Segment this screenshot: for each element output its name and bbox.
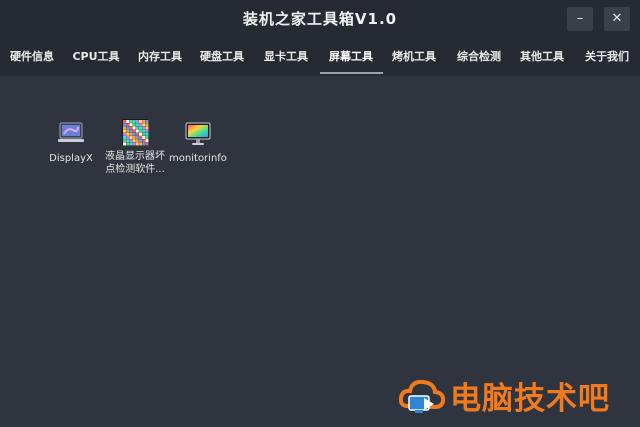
app-label: 液晶显示器坏点检测软件...	[105, 151, 165, 175]
watermark-text: 电脑技术吧	[450, 381, 610, 417]
laptop-icon	[57, 120, 85, 148]
app-label: monitorinfo	[169, 153, 227, 164]
tab-burn-in-tools[interactable]: 烤机工具	[386, 38, 442, 76]
minimize-button[interactable]: –	[567, 7, 593, 31]
tab-gpu-tools[interactable]: 显卡工具	[258, 38, 314, 76]
tab-disk-tools[interactable]: 硬盘工具	[194, 38, 250, 76]
active-tab-indicator	[320, 72, 383, 74]
app-displayx[interactable]: DisplayX	[38, 120, 104, 165]
app-lcd-dead-pixel-test[interactable]: 液晶显示器坏点检测软件...	[102, 118, 168, 176]
tab-hardware-info[interactable]: 硬件信息	[4, 38, 60, 76]
title-bar[interactable]: 装机之家工具箱V1.0 – ✕	[0, 0, 640, 38]
app-monitorinfo[interactable]: monitorinfo	[165, 120, 231, 165]
tab-bar: 硬件信息 CPU工具 内存工具 硬盘工具 显卡工具 屏幕工具 烤机工具 综合检测…	[0, 38, 640, 76]
cloud-watermark-icon	[398, 376, 446, 422]
tab-screen-tools[interactable]: 屏幕工具	[322, 38, 380, 76]
close-button[interactable]: ✕	[604, 7, 630, 31]
window-title: 装机之家工具箱V1.0	[242, 10, 398, 28]
tab-general-test[interactable]: 综合检测	[450, 38, 508, 76]
monitor-icon	[184, 120, 212, 148]
tab-cpu-tools[interactable]: CPU工具	[66, 38, 126, 76]
app-label: DisplayX	[49, 153, 93, 164]
site-watermark: 电脑技术吧	[398, 376, 638, 424]
tab-other-tools[interactable]: 其他工具	[514, 38, 570, 76]
tab-about-us[interactable]: 关于我们	[578, 38, 636, 76]
tool-list-area: DisplayX 液晶显示器坏点检测软件... monitorinfo	[0, 76, 640, 427]
pixel-grid-icon	[121, 118, 149, 146]
tab-memory-tools[interactable]: 内存工具	[132, 38, 188, 76]
app-window: 装机之家工具箱V1.0 – ✕ 硬件信息 CPU工具 内存工具 硬盘工具 显卡工…	[0, 0, 640, 427]
